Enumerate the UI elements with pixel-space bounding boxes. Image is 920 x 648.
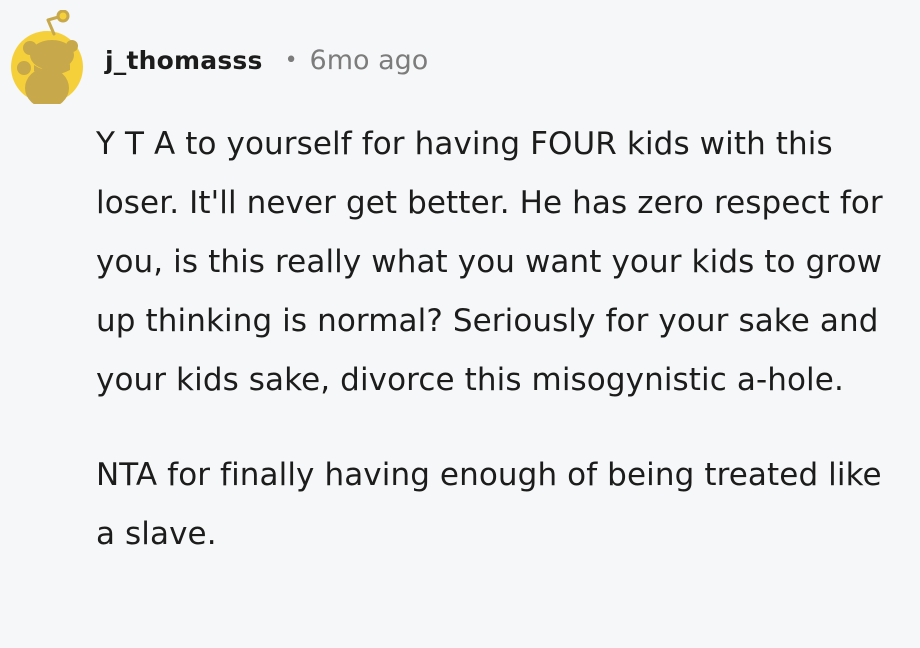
comment-paragraph-2: NTA for finally having enough of being t… [96, 457, 882, 552]
comment: j_thomasss • 6mo ago Y T A to yourself f… [0, 0, 920, 648]
comment-header: j_thomasss • 6mo ago [105, 40, 428, 80]
comment-body: Y T A to yourself for having FOUR kids w… [96, 115, 906, 564]
avatar[interactable] [10, 9, 84, 108]
timestamp: 6mo ago [309, 44, 429, 76]
comment-paragraph-1: Y T A to yourself for having FOUR kids w… [96, 126, 883, 398]
separator-dot: • [284, 47, 298, 73]
username-link[interactable]: j_thomasss [105, 46, 263, 75]
snoo-avatar-icon [11, 9, 83, 108]
